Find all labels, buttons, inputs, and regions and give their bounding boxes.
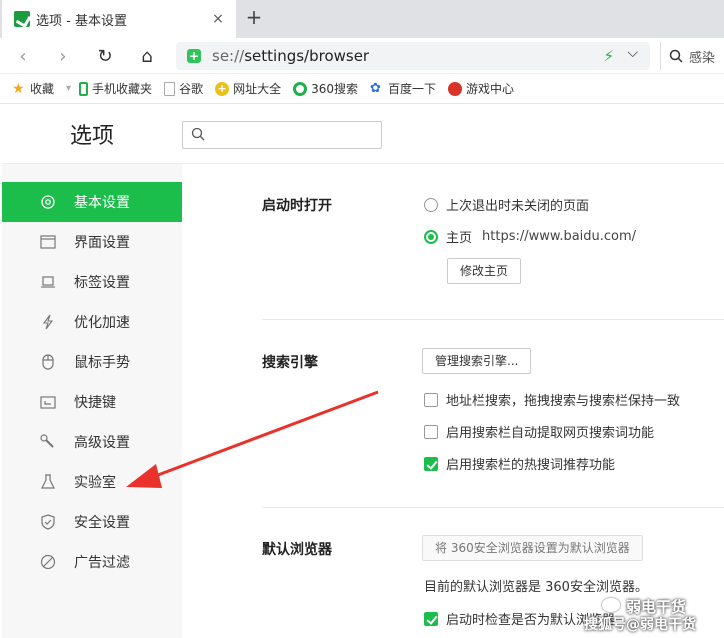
window-icon: [40, 235, 56, 249]
default-browser-section-title: 默认浏览器: [262, 542, 332, 558]
shield-icon: [41, 514, 55, 530]
watermark-logo-icon: [602, 598, 620, 612]
checkbox-hot-search[interactable]: [424, 456, 438, 471]
modify-homepage-button[interactable]: 修改主页: [447, 258, 522, 284]
bookmark-360-search[interactable]: 360搜索: [293, 80, 358, 97]
back-arrow-icon[interactable]: ‹: [12, 46, 34, 68]
favorites-dropdown-icon[interactable]: ▾: [66, 83, 71, 94]
bookmark-favorites[interactable]: ★ 收藏: [12, 80, 54, 97]
active-tab[interactable]: 选项 - 基本设置 ×: [2, 0, 236, 38]
default-browser-status: 目前的默认浏览器是 360安全浏览器。: [424, 580, 648, 595]
radio-homepage[interactable]: [424, 229, 438, 244]
startup-section-title: 启动时打开: [262, 198, 332, 214]
tab-icon: [41, 276, 55, 288]
forward-arrow-icon[interactable]: ›: [52, 46, 74, 68]
sidebar-item-label: 优化加速: [74, 315, 130, 331]
chevron-down-icon[interactable]: ⌵: [627, 45, 638, 61]
flask-icon: [41, 474, 55, 489]
home-icon[interactable]: ⌂: [136, 46, 158, 68]
sidebar-item-interface[interactable]: 界面设置: [2, 222, 182, 262]
search-box[interactable]: 感染: [660, 42, 724, 70]
sidebar-item-optimize[interactable]: 优化加速: [2, 302, 182, 342]
hot-search-option[interactable]: 启用搜索栏的热搜词推荐功能: [424, 454, 615, 473]
search-icon: [191, 127, 205, 141]
bookmark-mobile-favorites[interactable]: 手机收藏夹: [79, 80, 152, 97]
lightning-icon: [42, 314, 54, 330]
page-title: 选项: [70, 124, 115, 149]
tab-strip: 选项 - 基本设置 × +: [0, 0, 724, 38]
sidebar-item-label: 高级设置: [74, 435, 130, 451]
section-divider: [262, 507, 724, 508]
sidebar-item-basic[interactable]: 基本设置: [2, 182, 182, 222]
sidebar-item-advanced[interactable]: 高级设置: [2, 422, 182, 462]
homepage-url: https://www.baidu.com/: [482, 229, 637, 244]
checkbox-check-default[interactable]: [424, 611, 438, 626]
search-extract-option[interactable]: 启用搜索栏自动提取网页搜索词功能: [424, 422, 654, 441]
gear-icon: [41, 195, 55, 209]
sidebar-item-label: 实验室: [74, 475, 116, 491]
checkbox-search-sync[interactable]: [424, 392, 438, 407]
wrench-icon: [40, 434, 54, 448]
settings-content: 启动时打开 上次退出时未关闭的页面 主页 https://www.baidu.c…: [182, 164, 724, 638]
search-placeholder: 感染: [689, 50, 716, 66]
phone-icon: [79, 81, 89, 96]
sidebar-item-ad-filter[interactable]: 广告过滤: [2, 542, 182, 582]
settings-sidebar: 基本设置 界面设置 标签设置 优化加速 鼠标手势 快捷键 高级设置 实验室 安全…: [2, 164, 182, 638]
section-divider: [262, 319, 724, 320]
bookmark-url-directory[interactable]: + 网址大全: [215, 80, 281, 97]
sidebar-item-security[interactable]: 安全设置: [2, 502, 182, 542]
reload-icon[interactable]: ↻: [94, 46, 116, 68]
sidebar-item-mouse-gestures[interactable]: 鼠标手势: [2, 342, 182, 382]
bookmarks-bar: ★ 收藏 ▾ 手机收藏夹 谷歌 + 网址大全 360搜索 ✿ 百度一下 游戏中心: [0, 74, 724, 104]
sidebar-item-label: 界面设置: [74, 235, 130, 251]
sidebar-item-lab[interactable]: 实验室: [2, 462, 182, 502]
bookmark-baidu[interactable]: ✿ 百度一下: [370, 80, 436, 97]
game-icon: [448, 81, 463, 96]
watermark-bottom-text: 搜狐号@弱电干货: [584, 617, 696, 633]
sidebar-item-label: 安全设置: [74, 515, 130, 531]
baidu-paw-icon: ✿: [370, 80, 381, 96]
manage-search-engines-button[interactable]: 管理搜索引擎...: [422, 348, 532, 374]
close-tab-icon[interactable]: ×: [210, 11, 226, 27]
url-text[interactable]: se://settings/browser: [212, 47, 369, 65]
settings-header: 选项: [2, 104, 724, 164]
settings-favicon-icon: [14, 11, 30, 27]
sidebar-item-tabs[interactable]: 标签设置: [2, 262, 182, 302]
star-icon: ★: [12, 80, 25, 97]
search-engine-section-title: 搜索引擎: [262, 355, 318, 371]
startup-restore-option[interactable]: 上次退出时未关闭的页面: [424, 195, 589, 214]
sidebar-item-label: 快捷键: [74, 395, 116, 411]
mouse-icon: [42, 354, 54, 370]
sidebar-item-label: 基本设置: [74, 195, 130, 211]
settings-search-input[interactable]: [182, 121, 382, 149]
bookmark-game-center[interactable]: 游戏中心: [448, 80, 514, 97]
page-icon: [164, 81, 176, 96]
tab-title: 选项 - 基本设置: [36, 13, 127, 29]
checkbox-search-extract[interactable]: [424, 424, 438, 439]
radio-restore[interactable]: [424, 197, 438, 212]
sidebar-item-shortcuts[interactable]: 快捷键: [2, 382, 182, 422]
secure-shield-icon: +: [187, 49, 201, 63]
startup-homepage-option[interactable]: 主页 https://www.baidu.com/: [424, 227, 636, 246]
sidebar-item-label: 标签设置: [74, 275, 130, 291]
new-tab-button[interactable]: +: [244, 7, 264, 27]
keyboard-icon: [40, 396, 56, 409]
sidebar-item-label: 鼠标手势: [74, 355, 130, 371]
address-bar[interactable]: + se://settings/browser ⚡ ⌵: [176, 42, 650, 70]
lightning-mode-icon[interactable]: ⚡: [603, 47, 614, 65]
sidebar-item-label: 广告过滤: [74, 555, 130, 571]
block-icon: [40, 554, 56, 570]
search-sync-option[interactable]: 地址栏搜索，拖拽搜索与搜索栏保持一致: [424, 390, 680, 409]
360-search-icon: [293, 81, 308, 96]
watermark: 弱电干货 搜狐号@弱电干货: [584, 596, 724, 638]
search-icon: [669, 49, 683, 63]
toolbar: ‹ › ↻ ⌂ + se://settings/browser ⚡ ⌵ 感染: [0, 38, 724, 74]
bookmark-google[interactable]: 谷歌: [164, 80, 203, 97]
set-default-browser-button[interactable]: 将 360安全浏览器设置为默认浏览器: [422, 535, 643, 561]
plus-badge-icon: +: [215, 81, 230, 96]
